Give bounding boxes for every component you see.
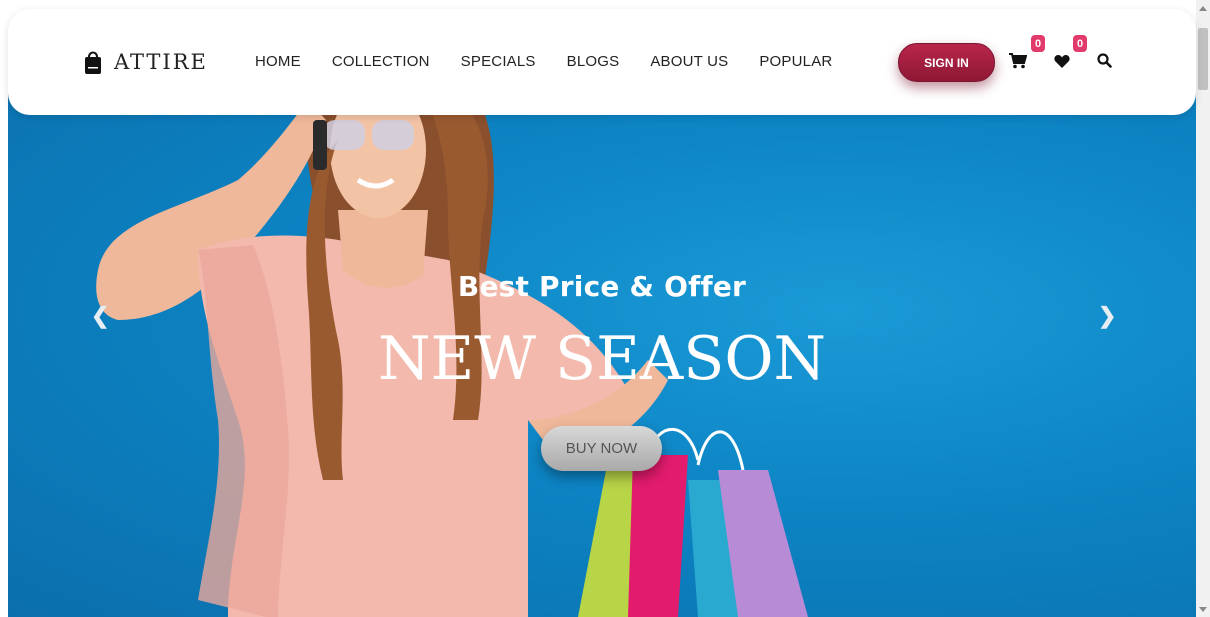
cart-icon xyxy=(1009,53,1028,69)
main-nav: HOME COLLECTION SPECIALS BLOGS ABOUT US … xyxy=(255,53,832,70)
scroll-thumb[interactable] xyxy=(1198,28,1208,90)
scroll-down-arrow[interactable] xyxy=(1199,607,1207,612)
brand-name: ATTIRE xyxy=(114,50,208,74)
brand-logo[interactable]: ATTIRE xyxy=(84,49,208,75)
chevron-left-icon: ❮ xyxy=(91,303,110,328)
wishlist-count-badge: 0 xyxy=(1073,35,1087,52)
search-button[interactable] xyxy=(1097,53,1115,71)
hero-subtitle: Best Price & Offer xyxy=(457,270,747,303)
shopping-bag-icon xyxy=(85,51,101,74)
nav-item-about-us[interactable]: ABOUT US xyxy=(650,53,728,70)
next-slide-button[interactable]: ❯ xyxy=(1098,303,1116,329)
cart-count-badge: 0 xyxy=(1031,35,1045,52)
buy-now-button[interactable]: BUY NOW xyxy=(541,426,662,471)
nav-item-specials[interactable]: SPECIALS xyxy=(461,53,536,70)
page-scrollbar[interactable] xyxy=(1196,0,1210,617)
site-header: ATTIRE HOME COLLECTION SPECIALS BLOGS AB… xyxy=(8,9,1196,115)
search-icon xyxy=(1097,53,1112,68)
hero-title: NEW SEASON xyxy=(377,324,827,394)
heart-icon xyxy=(1054,54,1070,68)
nav-item-collection[interactable]: COLLECTION xyxy=(332,53,430,70)
nav-item-blogs[interactable]: BLOGS xyxy=(567,53,620,70)
page: ❮ ❯ Best Price & Offer NEW SEASON BUY NO… xyxy=(0,0,1210,617)
wishlist-button[interactable] xyxy=(1054,54,1072,72)
hero-slider: ❮ ❯ Best Price & Offer NEW SEASON BUY NO… xyxy=(8,60,1196,617)
sign-in-button[interactable]: SIGN IN xyxy=(898,43,995,82)
cart-button[interactable] xyxy=(1009,53,1029,73)
chevron-right-icon: ❯ xyxy=(1098,303,1117,328)
scroll-up-arrow[interactable] xyxy=(1199,6,1207,11)
prev-slide-button[interactable]: ❮ xyxy=(91,303,109,329)
nav-item-home[interactable]: HOME xyxy=(255,53,301,70)
nav-item-popular[interactable]: POPULAR xyxy=(759,53,832,70)
